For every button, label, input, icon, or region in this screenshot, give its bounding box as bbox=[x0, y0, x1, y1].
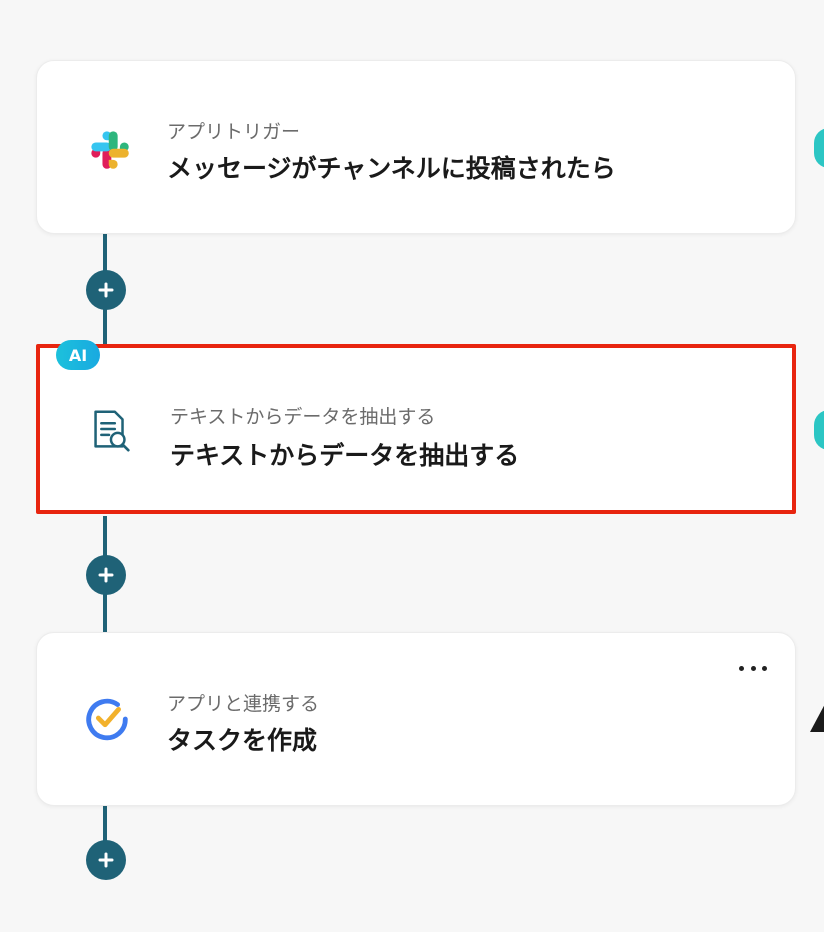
plus-icon bbox=[98, 567, 114, 583]
dot bbox=[750, 665, 756, 671]
dot bbox=[762, 665, 767, 671]
task-check-icon bbox=[81, 693, 133, 745]
warning-icon bbox=[810, 702, 824, 732]
ai-badge: AI bbox=[56, 340, 100, 370]
step-subtitle: アプリと連携する bbox=[167, 693, 320, 715]
status-indicator bbox=[814, 410, 824, 450]
plus-icon bbox=[98, 852, 114, 868]
step-title: タスクを作成 bbox=[167, 726, 318, 755]
document-search-icon bbox=[84, 404, 136, 456]
step-card-ai-extract[interactable]: AI テキストからデータを抽出する テキストからデータを抽出する bbox=[36, 340, 796, 514]
status-indicator bbox=[814, 128, 824, 168]
step-title: メッセージがチャンネルに投稿されたら bbox=[167, 154, 616, 183]
dot bbox=[739, 665, 744, 671]
step-card-trigger[interactable]: アプリトリガー メッセージがチャンネルに投稿されたら bbox=[36, 60, 796, 234]
add-step-button[interactable] bbox=[86, 270, 126, 310]
more-options-button[interactable] bbox=[739, 661, 767, 675]
add-step-button[interactable] bbox=[86, 840, 126, 880]
add-step-button[interactable] bbox=[86, 555, 126, 595]
plus-icon bbox=[98, 282, 114, 298]
step-card-create-task[interactable]: アプリと連携する タスクを作成 bbox=[36, 632, 796, 806]
step-subtitle: アプリトリガー bbox=[167, 121, 301, 143]
slack-icon bbox=[81, 121, 133, 173]
flow-canvas: アプリトリガー メッセージがチャンネルに投稿されたら AI テキストからデータを… bbox=[0, 0, 824, 932]
step-title: テキストからデータを抽出する bbox=[170, 441, 520, 470]
step-subtitle: テキストからデータを抽出する bbox=[170, 406, 436, 428]
